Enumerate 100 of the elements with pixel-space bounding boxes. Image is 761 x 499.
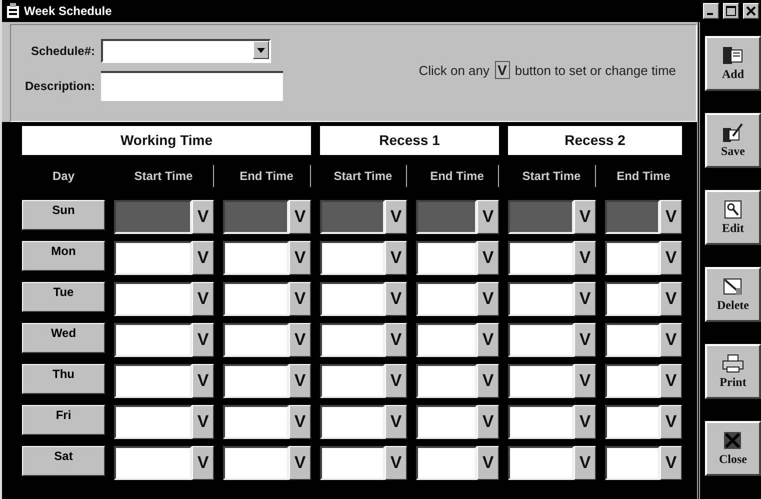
time-picker-button[interactable]: V	[660, 446, 682, 480]
time-picker-button[interactable]: V	[289, 446, 311, 480]
time-picker-button[interactable]: V	[385, 364, 407, 398]
day-button[interactable]: Thu	[22, 364, 105, 394]
time-field[interactable]	[508, 405, 574, 439]
day-button[interactable]: Tue	[22, 282, 105, 312]
time-field[interactable]	[114, 405, 192, 439]
time-field[interactable]	[114, 282, 192, 316]
toolbar-button[interactable]: Close	[705, 421, 761, 476]
maximize-button[interactable]	[723, 3, 739, 19]
time-field[interactable]	[223, 446, 289, 480]
close-icon	[746, 6, 756, 16]
time-field[interactable]	[223, 241, 289, 275]
group-header: Recess 2	[508, 126, 682, 155]
time-picker-button[interactable]: V	[289, 364, 311, 398]
time-picker-button[interactable]: V	[660, 282, 682, 316]
time-field[interactable]	[605, 405, 660, 439]
time-picker-button[interactable]: V	[660, 241, 682, 275]
toolbar-button[interactable]: Edit	[705, 190, 761, 245]
schedule-label: Schedule#:	[30, 44, 96, 58]
day-button[interactable]: Wed	[22, 323, 105, 353]
time-field[interactable]	[320, 446, 385, 480]
time-picker-button[interactable]: V	[477, 446, 499, 480]
time-picker-button[interactable]: V	[660, 405, 682, 439]
time-picker-button[interactable]: V	[289, 241, 311, 275]
time-field[interactable]	[416, 241, 477, 275]
time-picker-button[interactable]: V	[477, 241, 499, 275]
time-field[interactable]	[114, 446, 192, 480]
time-picker-button[interactable]: V	[289, 405, 311, 439]
time-picker-button[interactable]: V	[385, 282, 407, 316]
time-picker-button[interactable]: V	[385, 241, 407, 275]
time-field[interactable]	[416, 323, 477, 357]
time-field[interactable]	[223, 323, 289, 357]
time-picker-button[interactable]: V	[289, 323, 311, 357]
time-field[interactable]	[416, 405, 477, 439]
time-field[interactable]	[320, 323, 385, 357]
time-picker-button[interactable]: V	[385, 446, 407, 480]
time-picker-button[interactable]: V	[385, 323, 407, 357]
schedule-dropdown[interactable]	[101, 39, 272, 63]
print-icon	[721, 353, 745, 375]
time-picker-button[interactable]: V	[574, 405, 596, 439]
time-picker-button[interactable]: V	[477, 323, 499, 357]
group-header: Recess 1	[320, 126, 499, 155]
time-picker-button[interactable]: V	[574, 446, 596, 480]
time-picker-button[interactable]: V	[192, 405, 214, 439]
time-field[interactable]	[508, 323, 574, 357]
time-picker-button[interactable]: V	[192, 446, 214, 480]
time-field[interactable]	[320, 282, 385, 316]
time-field[interactable]	[605, 364, 660, 398]
time-picker-button[interactable]: V	[660, 364, 682, 398]
day-button[interactable]: Mon	[22, 241, 105, 271]
time-field[interactable]	[320, 405, 385, 439]
toolbar-button[interactable]: Save	[705, 113, 761, 168]
time-field[interactable]	[114, 364, 192, 398]
toolbar-button[interactable]: Add	[705, 36, 761, 91]
column-header: Start Time	[508, 165, 596, 187]
time-field[interactable]	[223, 364, 289, 398]
time-picker-button[interactable]: V	[192, 364, 214, 398]
description-field[interactable]	[101, 71, 284, 101]
time-picker-button[interactable]: V	[574, 241, 596, 275]
time-field[interactable]	[223, 282, 289, 316]
time-picker-button[interactable]: V	[660, 323, 682, 357]
time-picker-button[interactable]: V	[574, 364, 596, 398]
hint-text: Click on any	[418, 62, 490, 78]
time-field[interactable]	[114, 241, 192, 275]
time-picker-button[interactable]: V	[477, 364, 499, 398]
column-header: Start Time	[320, 165, 407, 187]
time-field[interactable]	[416, 282, 477, 316]
time-picker-button[interactable]: V	[477, 282, 499, 316]
time-field[interactable]	[508, 364, 574, 398]
time-field[interactable]	[416, 446, 477, 480]
time-field[interactable]	[605, 323, 660, 357]
time-field[interactable]	[508, 241, 574, 275]
time-picker-button[interactable]: V	[192, 282, 214, 316]
time-picker-button[interactable]: V	[574, 282, 596, 316]
time-field[interactable]	[605, 446, 660, 480]
time-field[interactable]	[320, 364, 385, 398]
time-field[interactable]	[605, 282, 660, 316]
time-field[interactable]	[320, 241, 385, 275]
time-picker-button[interactable]: V	[192, 323, 214, 357]
time-field[interactable]	[114, 323, 192, 357]
time-picker-button[interactable]: V	[192, 241, 214, 275]
day-button[interactable]: Sat	[22, 446, 105, 476]
time-field[interactable]	[416, 364, 477, 398]
time-field[interactable]	[508, 446, 574, 480]
time-picker-button[interactable]: V	[574, 323, 596, 357]
time-field[interactable]	[223, 405, 289, 439]
time-picker-button[interactable]: V	[477, 405, 499, 439]
close-button[interactable]	[743, 3, 759, 19]
time-field[interactable]	[508, 282, 574, 316]
toolbar-button[interactable]: Delete	[705, 267, 761, 322]
time-picker-button[interactable]: V	[385, 405, 407, 439]
time-field[interactable]	[605, 241, 660, 275]
description-label: Description:	[25, 79, 96, 93]
toolbar-button[interactable]: Print	[705, 344, 761, 399]
time-picker-button[interactable]: V	[289, 282, 311, 316]
day-button[interactable]: Fri	[22, 405, 105, 435]
dropdown-arrow-icon	[257, 48, 266, 52]
key-sample: V	[494, 61, 510, 79]
minimize-button[interactable]	[703, 3, 719, 19]
